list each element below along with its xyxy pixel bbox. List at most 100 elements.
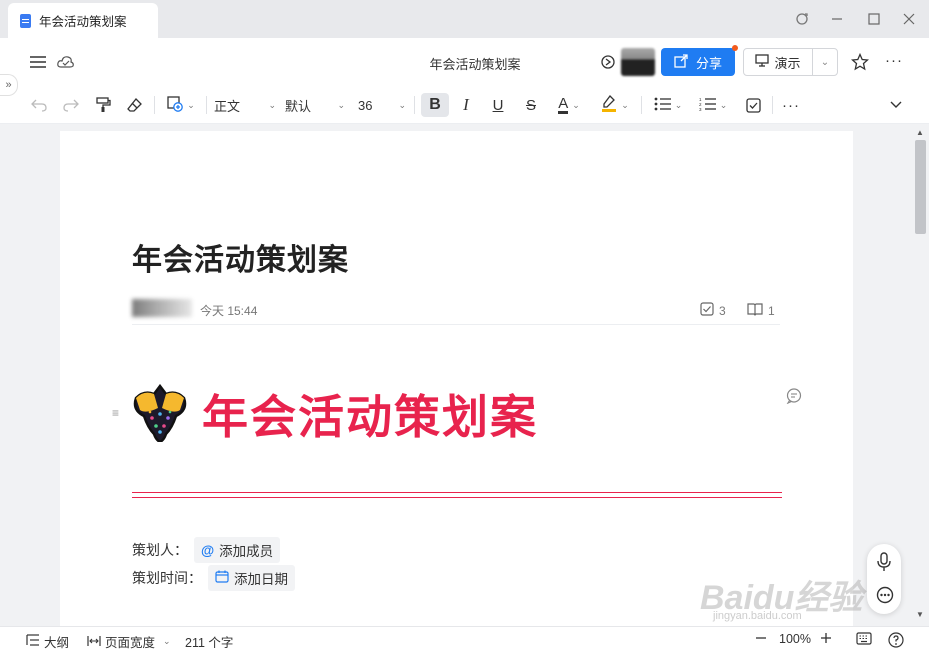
checkbox-icon[interactable] <box>741 93 765 117</box>
chevron-down-icon: ⌄ <box>268 99 276 110</box>
scroll-thumb[interactable] <box>915 140 926 234</box>
comment-icon[interactable] <box>786 388 802 407</box>
document-header: 年会活动策划案 分享 演示 ⌄ ··· <box>0 38 929 86</box>
font-size-value: 36 <box>358 97 373 113</box>
expand-sidebar-icon[interactable]: » <box>0 74 18 96</box>
add-member-chip[interactable]: @ 添加成员 <box>194 537 281 563</box>
bullet-list-button[interactable]: ⌄ <box>650 93 686 117</box>
chevron-down-icon: ⌄ <box>163 636 171 646</box>
doc-title[interactable]: 年会活动策划案 <box>132 235 349 279</box>
outline-label: 大纲 <box>44 636 70 650</box>
highlight-button[interactable]: ⌄ <box>597 93 633 117</box>
zoom-in-button[interactable] <box>820 632 832 644</box>
chevron-down-icon: ⌄ <box>621 99 629 110</box>
maximize-icon[interactable] <box>864 9 884 29</box>
chevron-down-icon: ⌄ <box>572 99 580 110</box>
font-size-select[interactable]: 36 ⌄ <box>358 93 406 117</box>
width-icon <box>87 635 101 649</box>
vertical-scrollbar[interactable]: ▲ ▼ <box>912 124 929 626</box>
format-painter-icon[interactable] <box>92 93 114 117</box>
paragraph-style-select[interactable]: 正文 ⌄ <box>214 93 276 117</box>
add-date-label: 添加日期 <box>234 572 288 587</box>
chevron-down-icon: ⌄ <box>337 99 345 110</box>
bold-icon[interactable]: B <box>421 93 449 117</box>
page-width-label: 页面宽度 <box>105 636 156 650</box>
tasks-counter[interactable]: 3 <box>700 302 726 319</box>
font-family-select[interactable]: 默认 ⌄ <box>285 93 345 117</box>
font-color-icon: A <box>558 94 569 114</box>
paragraph-style-value: 正文 <box>214 98 241 114</box>
block-drag-handle[interactable]: ≡ <box>112 406 119 420</box>
word-count: 211 个字 <box>185 636 234 650</box>
star-icon[interactable] <box>850 52 870 72</box>
history-icon[interactable] <box>598 52 618 72</box>
share-icon <box>674 53 688 71</box>
share-label: 分享 <box>695 55 722 71</box>
chevron-down-icon[interactable]: ⌄ <box>813 57 837 68</box>
add-date-chip[interactable]: 添加日期 <box>208 565 295 591</box>
collapse-toolbar-icon[interactable] <box>884 93 908 117</box>
status-bar: 大纲 页面宽度 ⌄ 211 个字 100% <box>0 626 929 653</box>
add-member-label: 添加成员 <box>219 544 274 559</box>
redo-icon[interactable] <box>60 93 82 117</box>
scroll-down-icon[interactable]: ▼ <box>916 610 924 619</box>
font-family-value: 默认 <box>285 98 312 114</box>
last-edit-time: 今天 15:44 <box>200 304 258 318</box>
insert-block-button[interactable]: ⌄ <box>163 93 199 117</box>
keyboard-icon[interactable] <box>856 632 872 645</box>
calendar-icon <box>215 570 229 586</box>
tab-title: 年会活动策划案 <box>39 15 127 29</box>
chevron-down-icon: ⌄ <box>187 99 195 110</box>
present-icon <box>755 54 770 70</box>
close-icon[interactable] <box>899 9 919 29</box>
more-options-button[interactable]: ··· <box>884 50 904 70</box>
floating-actions <box>867 544 901 614</box>
zoom-level[interactable]: 100% <box>779 632 811 646</box>
document-tab[interactable]: 年会活动策划案 <box>8 3 158 38</box>
book-icon <box>747 302 763 319</box>
present-label: 演示 <box>774 55 801 71</box>
format-toolbar: ⌄ 正文 ⌄ 默认 ⌄ 36 ⌄ B I U S A ⌄ ⌄ ⌄ 123 ⌄ ·… <box>0 86 929 124</box>
reads-count: 1 <box>768 303 775 318</box>
document-canvas: 年会活动策划案 今天 15:44 3 1 ≡ 年会活动策划案 策划人： @ 添加… <box>0 124 912 626</box>
plan-date-label: 策划时间： <box>132 570 202 586</box>
chevron-down-icon: ⌄ <box>719 99 728 110</box>
fireworks-emoji-icon <box>132 383 188 445</box>
undo-icon[interactable] <box>28 93 50 117</box>
share-button[interactable]: 分享 <box>661 45 738 76</box>
font-color-button[interactable]: A ⌄ <box>551 93 587 117</box>
more-format-button[interactable]: ··· <box>780 93 802 117</box>
scroll-up-icon[interactable]: ▲ <box>916 128 924 137</box>
reads-counter[interactable]: 1 <box>747 302 775 319</box>
svg-text:3: 3 <box>699 107 702 111</box>
heading-block[interactable]: 年会活动策划案 <box>132 381 538 447</box>
task-icon <box>700 302 714 319</box>
present-button[interactable]: 演示 ⌄ <box>743 48 838 76</box>
page-width-button[interactable]: 页面宽度 ⌄ <box>87 632 171 651</box>
highlighter-icon <box>601 95 617 115</box>
minimize-icon[interactable] <box>827 9 847 29</box>
planner-label: 策划人： <box>132 542 188 558</box>
document-page: 年会活动策划案 今天 15:44 3 1 ≡ 年会活动策划案 策划人： @ 添加… <box>60 131 853 626</box>
doc-meta: 今天 15:44 3 1 <box>132 297 780 325</box>
user-avatar[interactable] <box>621 48 655 76</box>
plan-date-field: 策划时间： 添加日期 <box>132 565 295 591</box>
underline-icon[interactable]: U <box>487 93 509 117</box>
chat-icon[interactable] <box>876 586 894 607</box>
microphone-icon[interactable] <box>876 552 892 575</box>
insert-icon <box>167 95 184 115</box>
chevron-down-icon: ⌄ <box>674 99 683 110</box>
author-avatar[interactable] <box>132 299 192 317</box>
strikethrough-icon[interactable]: S <box>520 93 542 117</box>
at-icon: @ <box>201 542 215 558</box>
outline-button[interactable]: 大纲 <box>26 632 69 651</box>
heading-text: 年会活动策划案 <box>202 391 538 443</box>
help-icon[interactable] <box>888 632 904 648</box>
zoom-out-button[interactable] <box>755 632 767 644</box>
eraser-icon[interactable] <box>124 93 146 117</box>
italic-icon[interactable]: I <box>455 93 477 117</box>
numbered-list-button[interactable]: 123 ⌄ <box>695 93 731 117</box>
red-divider <box>132 492 782 498</box>
refresh-icon[interactable] <box>792 9 812 29</box>
document-icon <box>20 13 31 28</box>
